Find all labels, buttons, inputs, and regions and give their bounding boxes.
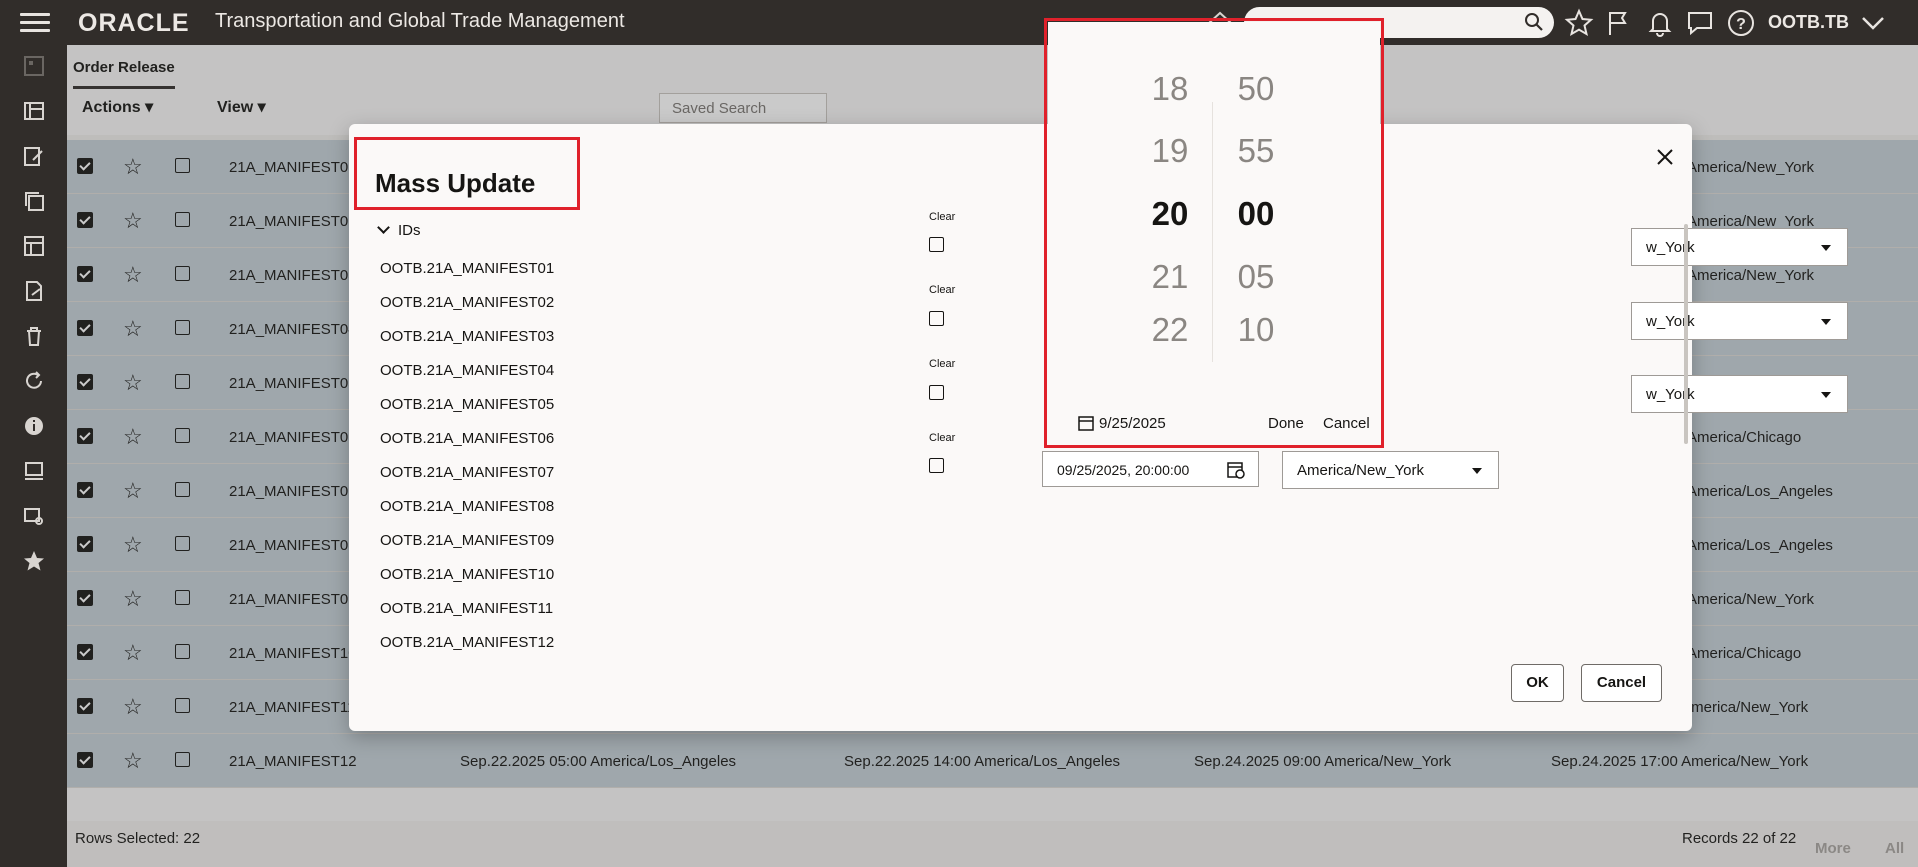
hamburger-menu-icon[interactable] bbox=[20, 13, 50, 33]
mass-update-dialog: Mass Update IDs OOTB.21A_MANIFEST01 OOTB.… bbox=[349, 124, 1848, 731]
id-list-item: OOTB.21A_MANIFEST06 bbox=[380, 430, 555, 447]
chevron-down-icon bbox=[377, 221, 390, 234]
ok-button[interactable]: OK bbox=[1511, 664, 1564, 702]
search-icon[interactable] bbox=[1524, 12, 1544, 32]
id-list-item: OOTB.21A_MANIFEST10 bbox=[380, 566, 555, 583]
id-list-item: OOTB.21A_MANIFEST11 bbox=[380, 600, 554, 617]
app-title: Transportation and Global Trade Manageme… bbox=[215, 10, 625, 32]
monitor-icon[interactable] bbox=[23, 460, 45, 482]
hour-option[interactable]: 19 bbox=[1130, 132, 1210, 170]
svg-text:?: ? bbox=[1736, 16, 1746, 33]
clear-label: Clear bbox=[929, 358, 956, 370]
flag-icon[interactable] bbox=[1604, 8, 1634, 38]
edit-form-icon[interactable] bbox=[23, 145, 45, 167]
timezone-select[interactable]: w_York bbox=[1631, 302, 1848, 340]
refresh-icon[interactable] bbox=[23, 370, 45, 392]
hour-option[interactable]: 20 bbox=[1130, 195, 1210, 233]
list-view-icon[interactable] bbox=[23, 100, 45, 122]
minute-option[interactable]: 00 bbox=[1216, 195, 1296, 233]
id-list-item: OOTB.21A_MANIFEST08 bbox=[380, 498, 555, 515]
id-list-item: OOTB.21A_MANIFEST04 bbox=[380, 362, 555, 379]
help-icon[interactable]: ? bbox=[1726, 8, 1756, 38]
calendar-icon bbox=[1078, 416, 1094, 431]
timezone-select[interactable]: America/New_York bbox=[1282, 451, 1499, 489]
calendar-clock-icon[interactable] bbox=[1226, 460, 1246, 480]
clear-checkbox[interactable] bbox=[929, 385, 944, 400]
chat-icon[interactable] bbox=[1685, 8, 1715, 38]
favorites-star-icon[interactable] bbox=[1564, 8, 1594, 38]
datetime-input[interactable]: 09/25/2025, 20:00:00 bbox=[1042, 451, 1259, 487]
clear-label: Clear bbox=[929, 284, 956, 296]
info-icon[interactable] bbox=[23, 415, 45, 437]
oracle-logo: ORACLE bbox=[78, 9, 190, 37]
hour-option[interactable]: 22 bbox=[1130, 311, 1210, 349]
clear-checkbox[interactable] bbox=[929, 237, 944, 252]
picker-cancel-button[interactable]: Cancel bbox=[1323, 415, 1370, 432]
timezone-select[interactable]: w_York bbox=[1631, 375, 1848, 413]
global-header: ORACLE Transportation and Global Trade M… bbox=[0, 0, 1918, 45]
cancel-button[interactable]: Cancel bbox=[1581, 664, 1662, 702]
time-picker: 18 19 20 21 22 50 55 00 05 10 9/25/2025 Done Can… bbox=[1048, 22, 1380, 444]
minute-option[interactable]: 05 bbox=[1216, 258, 1296, 296]
id-list-item: OOTB.21A_MANIFEST02 bbox=[380, 294, 555, 311]
minute-option[interactable]: 10 bbox=[1216, 311, 1296, 349]
trash-icon[interactable] bbox=[23, 325, 45, 347]
id-list-item: OOTB.21A_MANIFEST03 bbox=[380, 328, 555, 345]
copy-icon[interactable] bbox=[23, 190, 45, 212]
id-list-item: OOTB.21A_MANIFEST07 bbox=[380, 464, 555, 481]
notifications-bell-icon[interactable] bbox=[1645, 8, 1675, 38]
document-edit-icon[interactable] bbox=[23, 280, 45, 302]
table-search-icon[interactable] bbox=[23, 505, 45, 527]
id-list-item: OOTB.21A_MANIFEST09 bbox=[380, 532, 555, 549]
clear-checkbox[interactable] bbox=[929, 458, 944, 473]
scrollbar-thumb[interactable] bbox=[1684, 224, 1688, 444]
done-button[interactable]: Done bbox=[1268, 415, 1304, 432]
minute-option[interactable]: 55 bbox=[1216, 132, 1296, 170]
chevron-down-icon[interactable] bbox=[1858, 8, 1888, 38]
picker-divider bbox=[1212, 102, 1213, 362]
ids-section-toggle[interactable]: IDs bbox=[377, 221, 421, 239]
left-nav-rail: ›› bbox=[0, 45, 67, 867]
id-list-item: OOTB.21A_MANIFEST01 bbox=[380, 260, 555, 277]
dashboard-icon[interactable] bbox=[23, 55, 45, 77]
user-menu[interactable]: OOTB.TB bbox=[1768, 12, 1849, 33]
dialog-title: Mass Update bbox=[375, 168, 536, 198]
id-list-item: OOTB.21A_MANIFEST05 bbox=[380, 396, 555, 413]
timezone-select[interactable]: w_York bbox=[1631, 228, 1848, 266]
id-list-item: OOTB.21A_MANIFEST12 bbox=[380, 634, 555, 651]
hour-option[interactable]: 18 bbox=[1130, 70, 1210, 108]
hour-option[interactable]: 21 bbox=[1130, 258, 1210, 296]
layout-icon[interactable] bbox=[23, 235, 45, 257]
picker-date[interactable]: 9/25/2025 bbox=[1078, 415, 1166, 432]
clear-label: Clear bbox=[929, 432, 956, 444]
clear-label: Clear bbox=[929, 211, 956, 223]
favorites-star-icon[interactable] bbox=[23, 550, 45, 572]
clear-checkbox[interactable] bbox=[929, 311, 944, 326]
minute-option[interactable]: 50 bbox=[1216, 70, 1296, 108]
close-icon[interactable] bbox=[1656, 148, 1674, 166]
